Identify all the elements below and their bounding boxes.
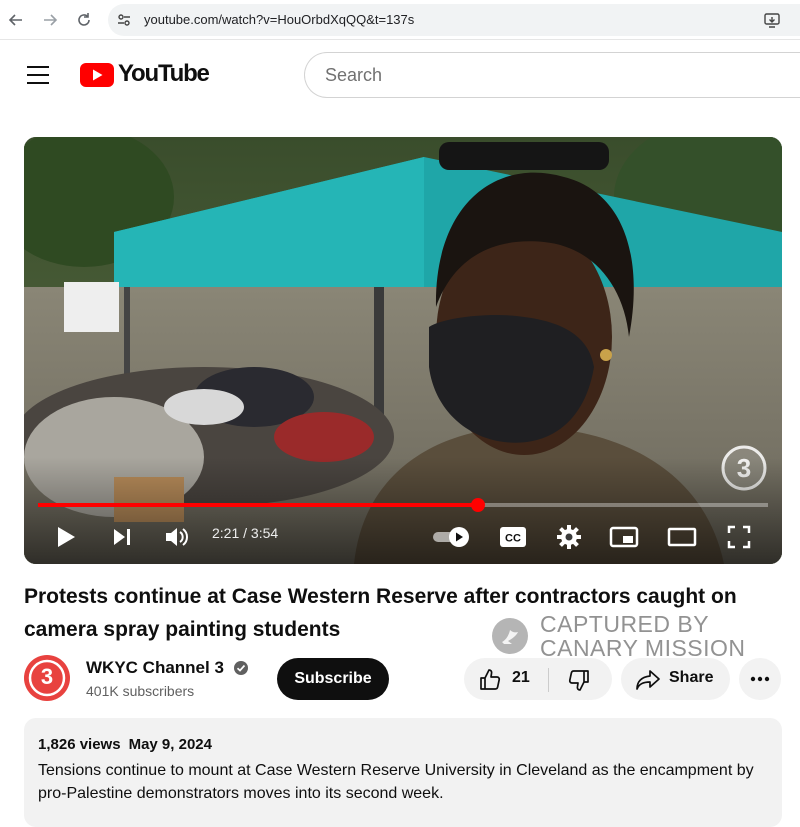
browser-toolbar: youtube.com/watch?v=HouOrbdXqQQ&t=137s [0,0,800,40]
description-text: Tensions continue to mount at Case Weste… [38,762,754,802]
upload-date: May 9, 2024 [128,736,212,753]
svg-text:CC: CC [505,533,521,545]
thumbs-down-icon [568,670,589,691]
search-input[interactable]: Search [304,52,800,98]
channel-name[interactable]: WKYC Channel 3 [86,658,224,678]
gear-icon[interactable] [554,523,584,551]
like-count: 21 [512,669,530,686]
hamburger-icon[interactable] [27,66,49,84]
forward-arrow-icon[interactable] [40,10,60,30]
canary-mission-watermark: CAPTURED BY CANARY MISSION [490,612,790,660]
progress-bar[interactable] [38,498,768,512]
subscriber-count: 401K subscribers [86,683,195,699]
volume-icon[interactable] [162,523,192,551]
more-horizontal-icon [750,676,770,682]
subscribe-button[interactable]: Subscribe [277,658,389,700]
watermark-line-2: CANARY MISSION [540,635,746,661]
tune-icon[interactable] [116,12,132,28]
back-arrow-icon[interactable] [6,10,26,30]
dislike-button[interactable] [549,658,612,700]
share-label: Share [669,669,714,686]
play-icon[interactable] [52,523,80,551]
progress-played [38,503,479,507]
time-display: 2:21 / 3:54 [212,525,279,541]
miniplayer-icon[interactable] [608,523,640,551]
install-app-icon[interactable] [763,11,781,29]
thumbs-up-icon [480,669,501,690]
channel-avatar[interactable]: 3 [24,655,70,701]
youtube-wordmark[interactable]: YouTube [118,60,210,88]
watermark-text: CAPTURED BY CANARY MISSION [540,612,746,660]
skip-next-icon[interactable] [108,523,136,551]
share-button[interactable]: Share [621,658,730,700]
share-arrow-icon [636,670,660,690]
youtube-play-logo-icon [80,63,114,87]
like-dislike-group: 21 [464,658,612,700]
view-count: 1,826 views [38,736,121,753]
description-box[interactable]: 1,826 views May 9, 2024 Tensions continue… [24,718,782,827]
like-button[interactable]: 21 [464,658,548,700]
watermark-line-1: CAPTURED BY [540,611,710,637]
reload-icon[interactable] [74,10,94,30]
canary-bird-logo [492,618,528,654]
video-player[interactable]: 3 2:21 / 3:54 CC [24,137,782,564]
fullscreen-icon[interactable] [724,523,754,551]
verified-check-icon [234,661,248,675]
url-text[interactable]: youtube.com/watch?v=HouOrbdXqQQ&t=137s [144,12,414,27]
address-bar[interactable]: youtube.com/watch?v=HouOrbdXqQQ&t=137s [108,4,800,36]
theater-mode-icon[interactable] [666,523,698,551]
search-placeholder: Search [325,65,383,85]
autoplay-toggle-icon[interactable] [430,525,474,549]
avatar-text: 3 [40,664,54,689]
more-actions-button[interactable] [739,658,781,700]
cc-icon[interactable]: CC [498,525,528,549]
description-meta: 1,826 views May 9, 2024 [38,736,220,753]
